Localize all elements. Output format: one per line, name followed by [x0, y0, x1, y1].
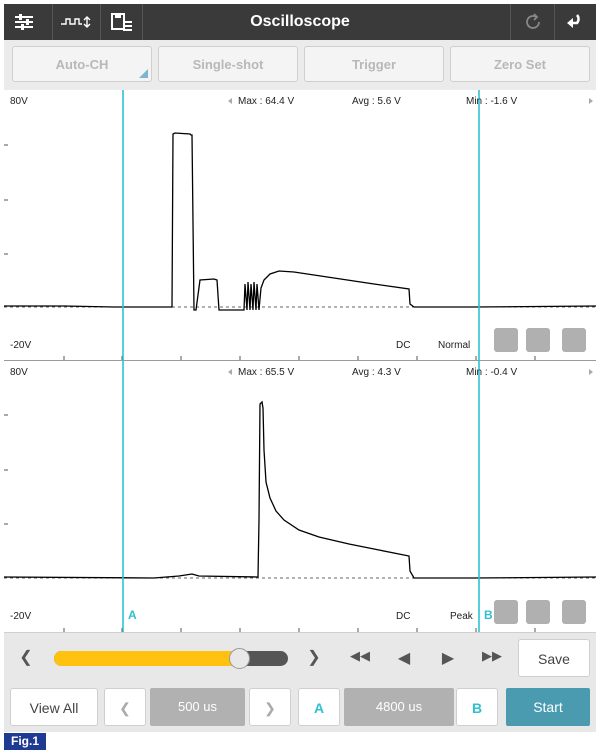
time-increase-button[interactable]: ❯ [249, 688, 291, 726]
cursor-b-button[interactable]: B [456, 688, 498, 726]
auto-ch-label: Auto-CH [55, 57, 109, 72]
scope-display: 80V -20V Max : 64.4 V Avg : 5.6 V Min : … [4, 90, 596, 632]
figure-label: Fig.1 [4, 733, 46, 750]
panel1-min: Min : -1.6 V [466, 96, 518, 107]
panel1-calc-button[interactable] [494, 328, 518, 352]
panel2-coupling: DC [396, 611, 411, 622]
panel1-coupling: DC [396, 340, 411, 351]
cursor-b-marker[interactable]: B [484, 608, 493, 622]
slider-fill [54, 651, 239, 666]
title-bar: Oscilloscope [4, 4, 596, 40]
slider-thumb[interactable] [228, 648, 250, 669]
cursor-delta-value: 4800 us [344, 688, 454, 726]
panel2-mode: Peak [450, 611, 473, 622]
panel1-avg: Avg : 5.6 V [352, 96, 401, 107]
dropdown-corner-icon [139, 69, 148, 78]
start-button[interactable]: Start [506, 688, 590, 726]
time-decrease-button[interactable]: ❮ [104, 688, 146, 726]
cursor-a-button[interactable]: A [298, 688, 340, 726]
rewind-icon[interactable]: ◀◀ [348, 648, 372, 664]
save-button[interactable]: Save [518, 639, 590, 677]
panel2-calc-button[interactable] [494, 600, 518, 624]
panel1-vmin: -20V [10, 340, 32, 351]
cursor-a-marker[interactable]: A [128, 608, 137, 622]
time-div-value: 500 us [150, 688, 245, 726]
step-back-icon[interactable]: ◀ [394, 648, 414, 668]
waveform-plot [4, 90, 596, 632]
panel1-max: Max : 64.4 V [238, 96, 295, 107]
panel2-max: Max : 65.5 V [238, 367, 295, 378]
control-bar: View All ❮ 500 us ❯ A 4800 us B Start [4, 684, 596, 732]
panel2-vmax: 80V [10, 367, 28, 378]
panel1-expand-button[interactable] [562, 328, 586, 352]
panel2-expand-button[interactable] [562, 600, 586, 624]
fast-forward-icon[interactable]: ▶▶ [480, 648, 504, 664]
play-icon[interactable]: ▶ [438, 648, 458, 668]
position-slider[interactable] [54, 648, 288, 669]
slider-left-icon[interactable]: ❮ [16, 647, 36, 667]
zero-set-button[interactable]: Zero Set [450, 46, 590, 82]
view-all-button[interactable]: View All [10, 688, 98, 726]
panel2-vmin: -20V [10, 611, 32, 622]
panel2-min: Min : -0.4 V [466, 367, 518, 378]
panel2-avg: Avg : 4.3 V [352, 367, 401, 378]
back-icon[interactable] [556, 4, 596, 40]
chevron-left-icon: ❮ [119, 700, 131, 716]
panel1-scale-button[interactable] [526, 328, 550, 352]
panel1-vmax: 80V [10, 96, 28, 107]
panel2-scale-button[interactable] [526, 600, 550, 624]
panel1-mode: Normal [438, 340, 471, 351]
trigger-button[interactable]: Trigger [304, 46, 444, 82]
auto-ch-button[interactable]: Auto-CH [12, 46, 152, 82]
refresh-icon[interactable] [514, 4, 552, 40]
slider-right-icon[interactable]: ❯ [304, 647, 324, 667]
single-shot-button[interactable]: Single-shot [158, 46, 298, 82]
mode-bar: Auto-CH Single-shot Trigger Zero Set [4, 40, 596, 90]
app-title: Oscilloscope [250, 13, 350, 30]
playback-bar: ❮ ❯ ◀◀ ◀ ▶ ▶▶ Save [4, 632, 596, 685]
chevron-right-icon: ❯ [264, 700, 276, 716]
